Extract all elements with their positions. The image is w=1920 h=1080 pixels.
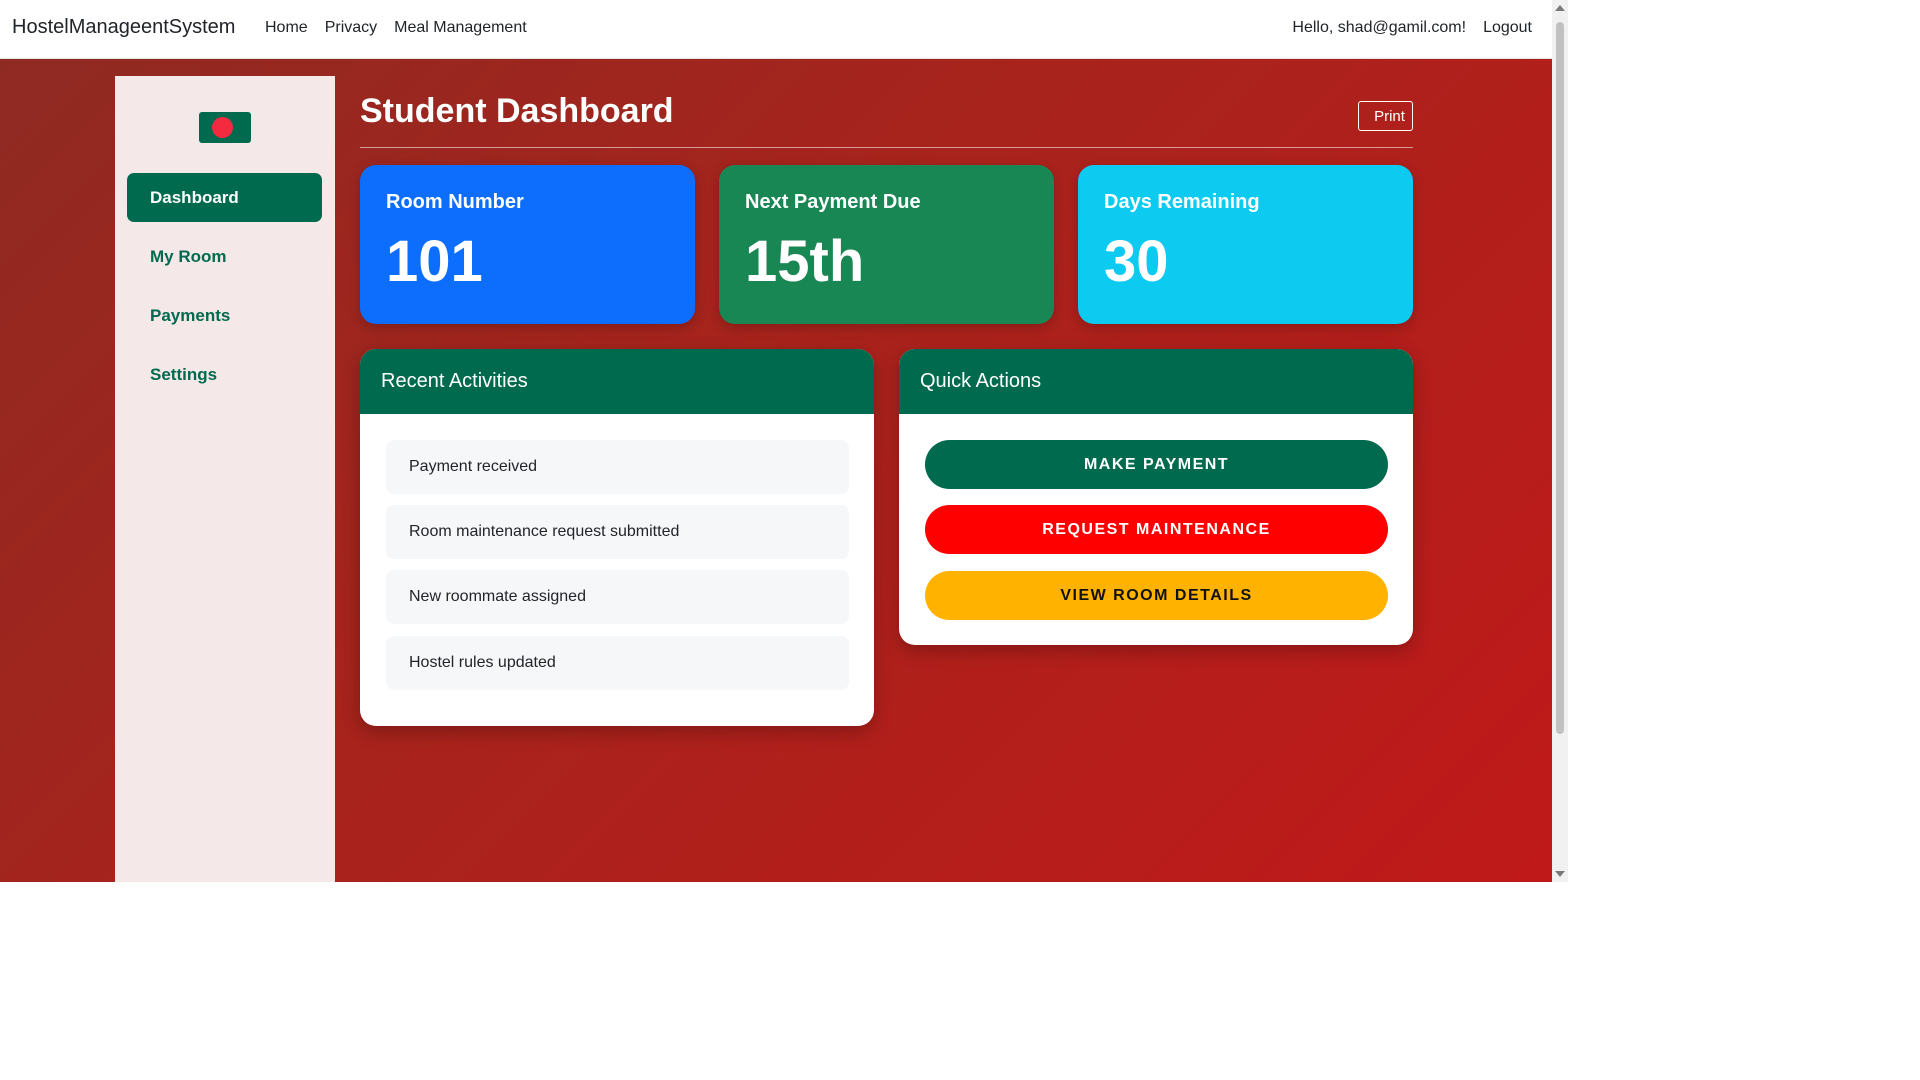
flag-circle [212, 117, 233, 138]
request-maintenance-button[interactable]: REQUEST MAINTENANCE [925, 505, 1388, 554]
make-payment-button[interactable]: MAKE PAYMENT [925, 440, 1388, 489]
nav-user-area: Hello, shad@gamil.com! Logout [1292, 19, 1532, 37]
stat-value: 30 [1104, 229, 1169, 294]
sidebar-item-payments[interactable]: Payments [127, 291, 322, 340]
days-remaining-card: Days Remaining 30 [1078, 165, 1413, 324]
top-navbar: HostelManageentSystem Home Privacy Meal … [0, 0, 1552, 59]
vertical-scrollbar[interactable] [1552, 0, 1568, 882]
nav-privacy-link[interactable]: Privacy [325, 19, 377, 37]
room-number-card: Room Number 101 [360, 165, 695, 324]
stat-label: Room Number [386, 191, 524, 213]
scrollbar-thumb[interactable] [1556, 22, 1564, 734]
sidebar-item-dashboard[interactable]: Dashboard [127, 173, 322, 222]
bangladesh-flag-icon [199, 112, 251, 143]
activity-item: Payment received [386, 440, 849, 494]
next-payment-card: Next Payment Due 15th [719, 165, 1054, 324]
sidebar-item-my-room[interactable]: My Room [127, 232, 322, 281]
print-button[interactable]: Print [1358, 101, 1413, 131]
sidebar-item-settings[interactable]: Settings [127, 350, 322, 399]
page-title: Student Dashboard [360, 92, 674, 130]
brand-link[interactable]: HostelManageentSystem [12, 16, 235, 39]
panel-title: Recent Activities [360, 349, 874, 414]
scroll-up-arrow-icon[interactable] [1555, 5, 1565, 11]
stat-label: Next Payment Due [745, 191, 921, 213]
panel-title: Quick Actions [899, 349, 1413, 414]
activity-item: New roommate assigned [386, 570, 849, 624]
quick-actions-panel: Quick Actions MAKE PAYMENT REQUEST MAINT… [899, 349, 1413, 645]
stat-value: 15th [745, 229, 865, 294]
recent-activities-panel: Recent Activities Payment received Room … [360, 349, 874, 726]
logout-link[interactable]: Logout [1483, 19, 1532, 37]
nav-links: Home Privacy Meal Management [265, 19, 527, 37]
nav-home-link[interactable]: Home [265, 19, 308, 37]
view-room-details-button[interactable]: VIEW ROOM DETAILS [925, 571, 1388, 620]
nav-meal-management-link[interactable]: Meal Management [394, 19, 527, 37]
title-divider [360, 147, 1413, 148]
scroll-down-arrow-icon[interactable] [1555, 871, 1565, 877]
user-greeting-link[interactable]: Hello, shad@gamil.com! [1292, 19, 1466, 37]
sidebar: Dashboard My Room Payments Settings [115, 76, 335, 882]
stat-label: Days Remaining [1104, 191, 1260, 213]
stat-value: 101 [386, 229, 483, 294]
activity-item: Hostel rules updated [386, 636, 849, 690]
activity-item: Room maintenance request submitted [386, 505, 849, 559]
